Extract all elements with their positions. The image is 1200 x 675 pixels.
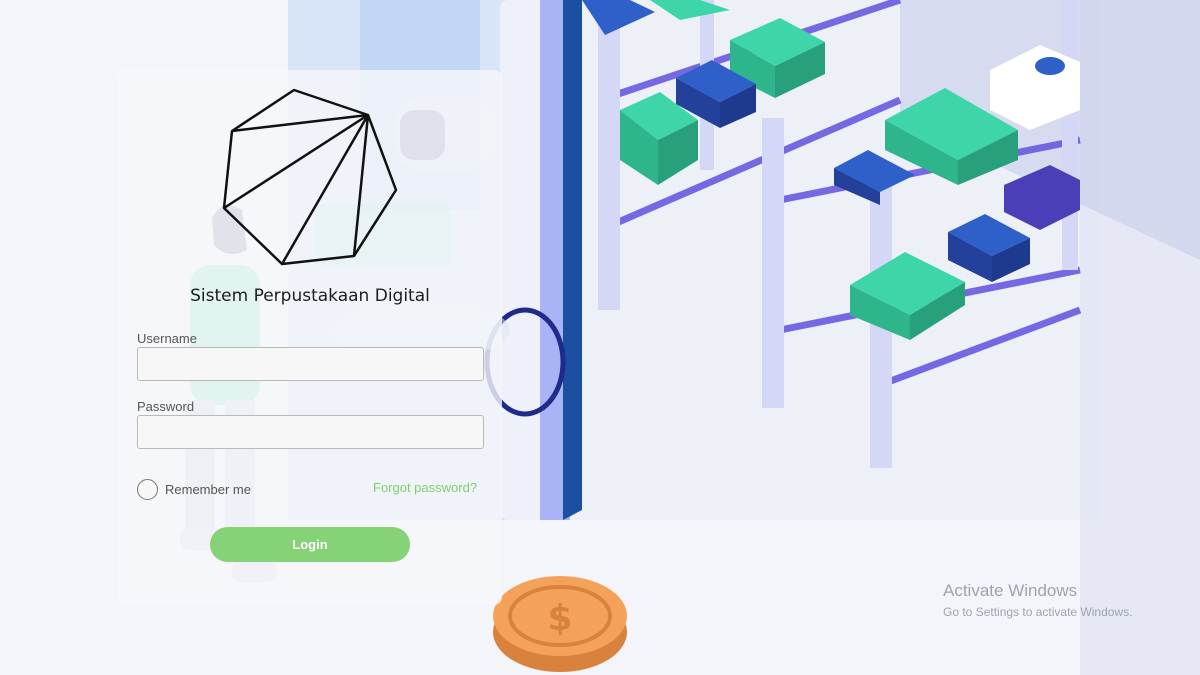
heptagon-logo-icon [222,88,398,266]
username-input[interactable] [137,347,484,381]
forgot-password-link[interactable]: Forgot password? [373,480,477,495]
activate-windows-watermark: Activate Windows Go to Settings to activ… [943,581,1132,619]
app-title: Sistem Perpustakaan Digital [190,286,430,306]
login-button[interactable]: Login [210,527,410,562]
remember-me-radio[interactable] [137,478,158,500]
password-label: Password [137,399,195,414]
username-label: Username [137,331,197,346]
dollar-coin-icon: $ [493,576,627,672]
watermark-subtitle: Go to Settings to activate Windows. [943,605,1133,619]
svg-text:$: $ [547,598,572,639]
remember-me[interactable]: Remember me [137,478,251,500]
remember-me-label: Remember me [165,481,251,497]
watermark-title: Activate Windows [943,581,1078,600]
password-input[interactable] [137,415,484,449]
